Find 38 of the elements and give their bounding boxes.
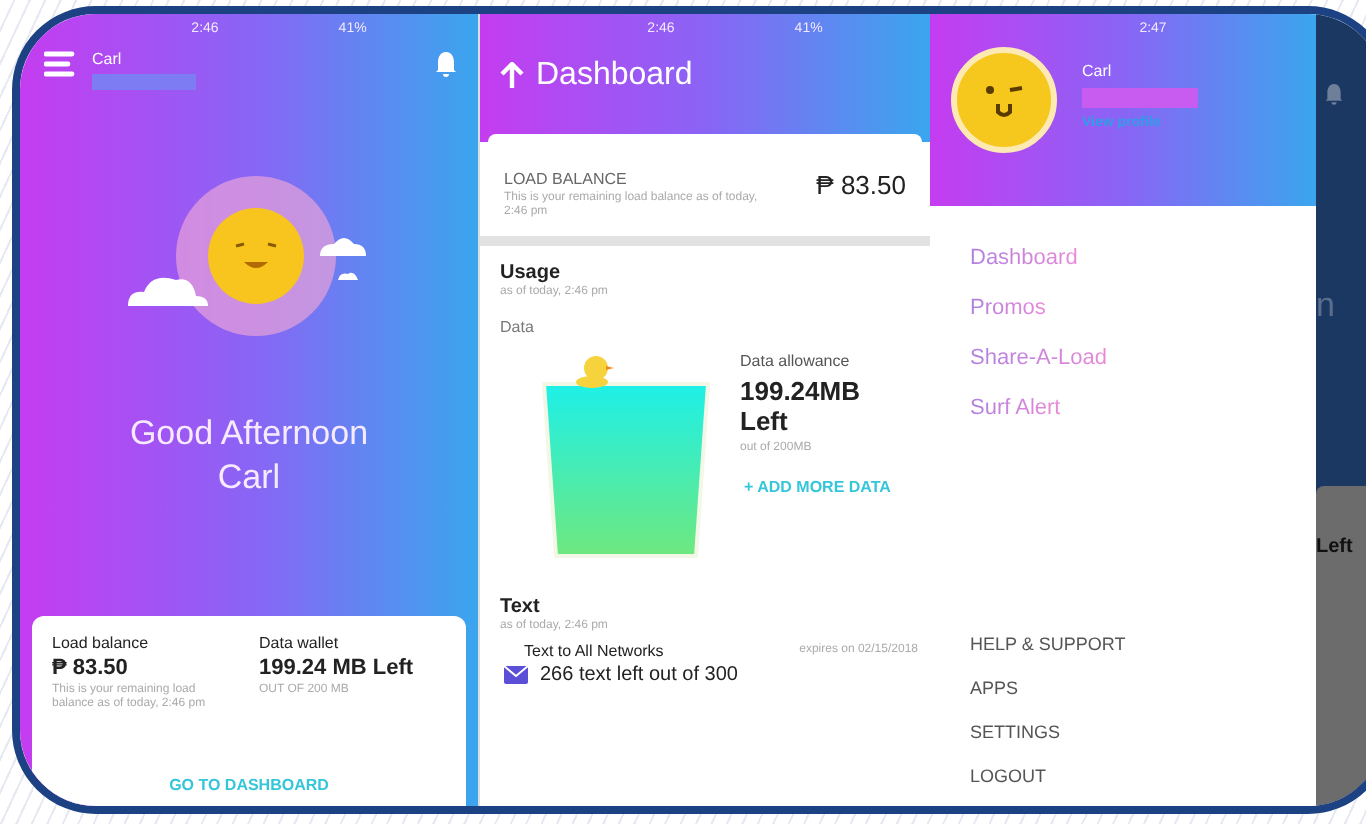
text-remaining: 266 text left out of 300 — [540, 664, 738, 686]
add-more-data-link[interactable]: + ADD MORE DATA — [740, 474, 895, 500]
user-name: Carl — [92, 50, 124, 68]
menu-icon[interactable] — [44, 50, 76, 78]
summary-label: Load balance — [52, 634, 151, 652]
plan-name: Text to All Networks — [524, 642, 664, 660]
card-fragment: Left — [1316, 536, 1353, 558]
drawer-menu-item[interactable]: Share-A-Load — [970, 346, 1107, 370]
user-name: Carl — [1082, 62, 1114, 80]
section-title: Text — [500, 596, 542, 618]
drawer-menu-item[interactable]: Dashboard — [970, 246, 1078, 270]
drawer-menu-item[interactable]: Surf Alert — [970, 396, 1061, 420]
screen-title: Dashboard — [536, 58, 693, 94]
envelope-icon — [504, 666, 528, 684]
greeting-fragment: n — [1316, 286, 1337, 326]
bell-icon[interactable] — [434, 50, 458, 78]
allowance-label: Data allowance — [740, 352, 852, 370]
bell-icon — [1324, 82, 1344, 106]
greeting-text: Good Afternoon — [129, 412, 369, 456]
section-title: Usage — [500, 262, 563, 284]
balance-value: ₱ 83.50 — [816, 170, 906, 200]
drawer-footer-item[interactable]: HELP & SUPPORT — [970, 634, 1126, 654]
up-arrow-icon[interactable] — [500, 62, 524, 90]
redacted-bar — [1082, 88, 1198, 108]
avatar-icon[interactable] — [950, 46, 1058, 154]
summary-value: 199.24 MB Left — [259, 656, 416, 680]
data-label: Data — [500, 318, 536, 336]
drawer-menu-item[interactable]: Promos — [970, 296, 1046, 320]
drawer-footer-item[interactable]: APPS — [970, 678, 1019, 698]
balance-label: LOAD BALANCE — [504, 170, 629, 188]
greeting-text: Carl — [217, 456, 281, 500]
drawer-footer-item[interactable]: LOGOUT — [970, 766, 1047, 786]
redacted-bar — [92, 74, 196, 90]
summary-value: ₱ 83.50 — [52, 656, 130, 680]
allowance-value: 199.24MB Left — [740, 376, 862, 436]
go-to-dashboard-button[interactable]: GO TO DASHBOARD — [165, 772, 333, 798]
drawer-footer-item[interactable]: SETTINGS — [970, 722, 1061, 742]
summary-label: Data wallet — [259, 634, 341, 652]
